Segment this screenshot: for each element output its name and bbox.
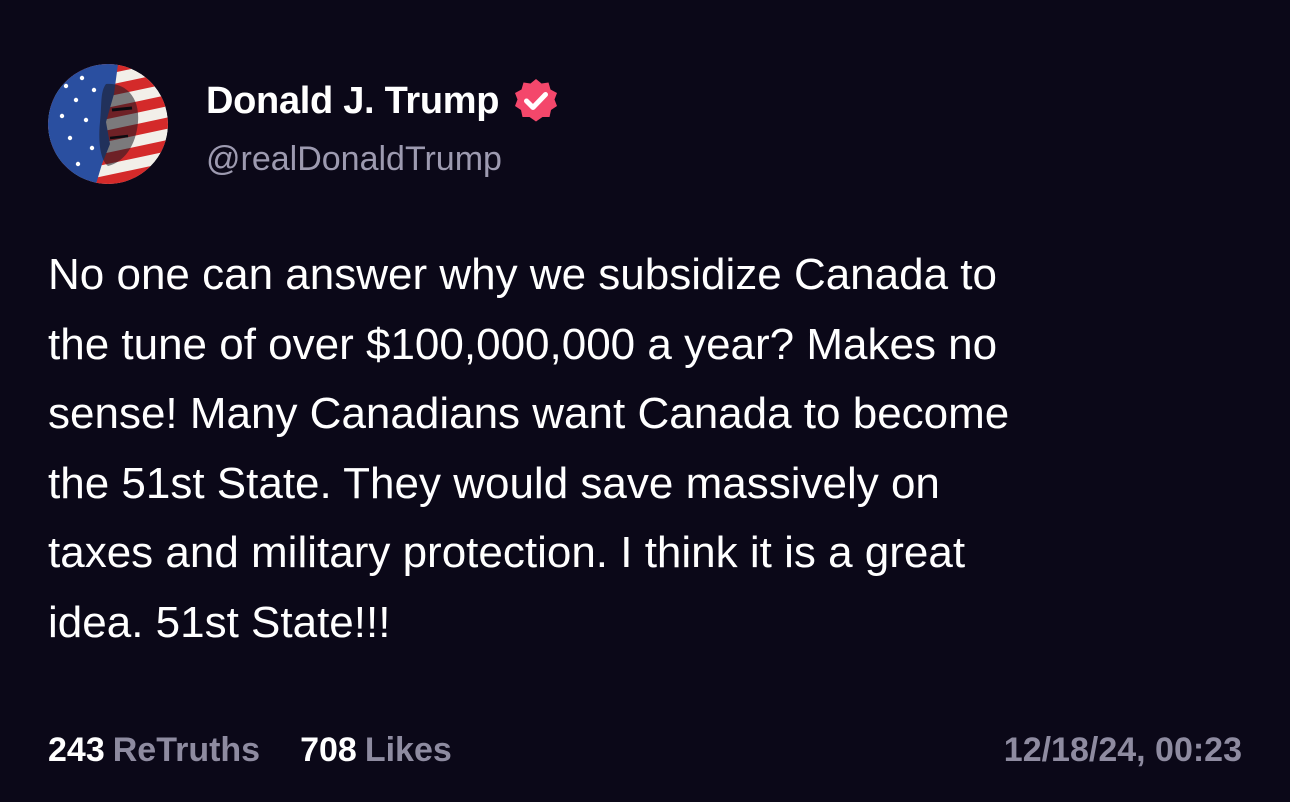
verified-badge-icon (511, 76, 561, 126)
avatar-image (48, 64, 168, 184)
likes-label: Likes (364, 730, 452, 769)
post-header: Donald J. Trump @realDonaldTrump (48, 64, 561, 184)
retruths-stat[interactable]: 243 ReTruths (48, 731, 260, 770)
post-timestamp: 12/18/24, 00:23 (1003, 730, 1242, 769)
engagement-stats: 243 ReTruths 708 Likes (48, 731, 492, 770)
retruths-count: 243 (48, 730, 105, 769)
likes-stat[interactable]: 708 Likes (300, 731, 452, 770)
avatar[interactable] (48, 64, 168, 184)
display-name-row: Donald J. Trump (206, 76, 561, 126)
likes-count: 708 (300, 730, 357, 769)
truth-post-card: Donald J. Trump @realDonaldTrump No one … (0, 0, 1290, 802)
post-text: No one can answer why we subsidize Canad… (48, 250, 1010, 647)
author-info: Donald J. Trump @realDonaldTrump (206, 76, 561, 179)
display-name[interactable]: Donald J. Trump (206, 80, 500, 123)
user-handle[interactable]: @realDonaldTrump (206, 140, 561, 179)
post-footer: 243 ReTruths 708 Likes 12/18/24, 00:23 (48, 728, 1242, 772)
retruths-label: ReTruths (112, 730, 261, 769)
